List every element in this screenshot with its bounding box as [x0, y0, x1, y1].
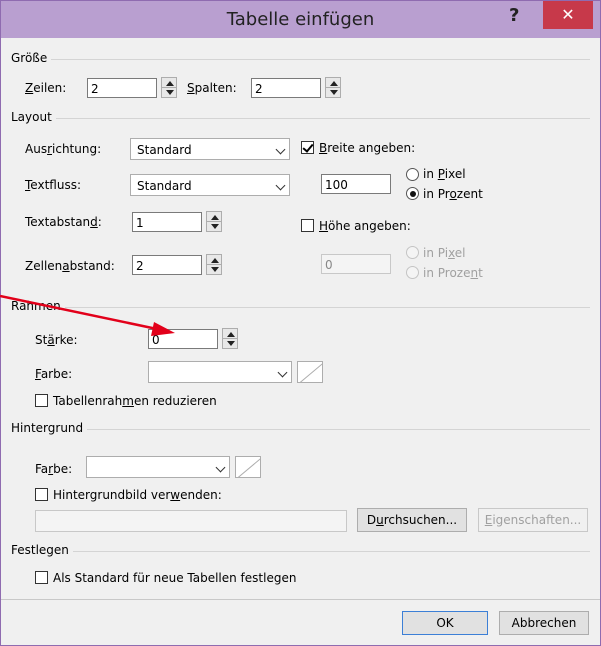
annotation-arrow — [0, 294, 175, 336]
arrow-shaft — [0, 294, 158, 331]
arrow-head — [151, 322, 175, 336]
